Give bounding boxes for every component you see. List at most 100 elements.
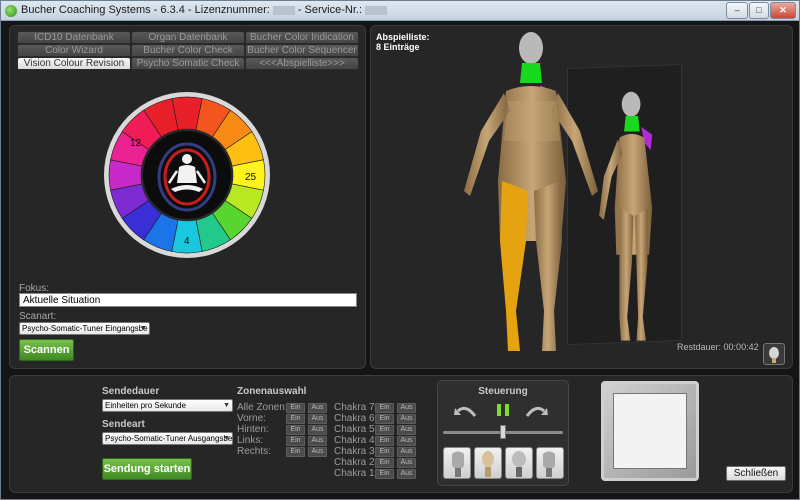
title-bar: Bucher Coaching Systems - 6.3.4 - Lizenz… <box>1 1 799 21</box>
tab-icd10-datenbank[interactable]: ICD10 Datenbank <box>17 31 131 44</box>
head-view-button[interactable] <box>763 343 785 365</box>
chevron-down-icon: ▼ <box>140 325 147 332</box>
chakra-7-off-button[interactable]: Aus <box>397 403 416 413</box>
start-send-button[interactable]: Sendung starten <box>102 458 192 480</box>
zone-left-on-button[interactable]: Ein <box>286 436 305 446</box>
chakra-7-label: Chakra 7: <box>334 402 378 413</box>
chakra-7-on-button[interactable]: Ein <box>375 403 394 413</box>
color-preview-swatch <box>613 393 687 469</box>
send-duration-value: Einheiten pro Sekunde <box>105 401 186 410</box>
redacted-license <box>272 5 295 15</box>
send-type-title: Sendeart <box>102 419 145 430</box>
view-thumb-back[interactable] <box>505 447 533 479</box>
window-title: Bucher Coaching Systems - 6.3.4 - Lizenz… <box>21 4 390 16</box>
zones-title: Zonenauswahl <box>237 386 307 397</box>
send-duration-select[interactable]: Einheiten pro Sekunde ▼ <box>102 399 233 412</box>
chevron-down-icon: ▼ <box>223 402 230 409</box>
body-figure[interactable] <box>456 31 696 356</box>
head-icon <box>769 347 779 363</box>
chakra-6-label: Chakra 6: <box>334 413 378 424</box>
chakra-1-label: Chakra 1: <box>334 468 378 479</box>
chakra-1-on-button[interactable]: Ein <box>375 469 394 479</box>
chakra-3-label: Chakra 3: <box>334 446 378 457</box>
tab-vision-colour-revision[interactable]: Vision Colour Revision <box>17 57 131 70</box>
tab-color-wizard[interactable]: Color Wizard <box>17 44 131 57</box>
tab-bucher-color-check[interactable]: Bucher Color Check <box>131 44 245 57</box>
zone-back-on-button[interactable]: Ein <box>286 425 305 435</box>
send-duration-title: Sendedauer <box>102 386 160 397</box>
front-figure <box>464 32 598 351</box>
head-back-icon <box>512 451 526 477</box>
chevron-down-icon: ▼ <box>223 435 230 442</box>
chakra-4-off-button[interactable]: Aus <box>397 436 416 446</box>
close-window-button[interactable]: ✕ <box>770 2 796 19</box>
scanart-select[interactable]: Psycho-Somatic-Tuner Eingangsbe ▼ <box>19 322 150 335</box>
chakra-6-off-button[interactable]: Aus <box>397 414 416 424</box>
close-button[interactable]: Schließen <box>726 466 786 481</box>
head-side-right-icon <box>543 451 555 477</box>
chakra-2-on-button[interactable]: Ein <box>375 458 394 468</box>
head-front-icon <box>482 451 494 477</box>
tab-row-3: Vision Colour Revision Psycho Somatic Ch… <box>17 57 359 70</box>
fokus-input[interactable] <box>19 293 357 307</box>
zone-all-on-button[interactable]: Ein <box>286 403 305 413</box>
chakra-6-on-button[interactable]: Ein <box>375 414 394 424</box>
zone-all-off-button[interactable]: Aus <box>308 403 327 413</box>
pause-button[interactable] <box>495 403 511 417</box>
zone-left-off-button[interactable]: Aus <box>308 436 327 446</box>
app-window: Bucher Coaching Systems - 6.3.4 - Lizenz… <box>0 0 800 500</box>
rotation-slider-thumb[interactable] <box>500 425 506 439</box>
title-service: - Service-Nr.: <box>297 4 363 16</box>
color-wheel-graphic: 12 25 4 <box>104 92 270 258</box>
rotate-right-button[interactable] <box>523 402 549 420</box>
zone-right-off-button[interactable]: Aus <box>308 447 327 457</box>
tab-bucher-color-sequencer[interactable]: Bucher Color Sequencer <box>245 44 359 57</box>
zone-label-front: Vorne: <box>237 413 266 424</box>
rotate-left-button[interactable] <box>453 402 479 420</box>
color-wheel[interactable]: 12 25 4 <box>103 91 271 259</box>
color-preview <box>601 381 699 481</box>
zone-label-right: Rechts: <box>237 446 271 457</box>
title-app: Bucher Coaching Systems - 6.3.4 - Lizenz… <box>21 4 270 16</box>
chakra-2-off-button[interactable]: Aus <box>397 458 416 468</box>
zone-label-all: Alle Zonen: <box>237 402 288 413</box>
zone-back-off-button[interactable]: Aus <box>308 425 327 435</box>
view-thumb-left[interactable] <box>443 447 471 479</box>
zone-front-off-button[interactable]: Aus <box>308 414 327 424</box>
chakra-3-off-button[interactable]: Aus <box>397 447 416 457</box>
chakra-5-label: Chakra 5: <box>334 424 378 435</box>
playlist-count: 8 Einträge <box>376 42 420 52</box>
chakra-5-on-button[interactable]: Ein <box>375 425 394 435</box>
zone-right-on-button[interactable]: Ein <box>286 447 305 457</box>
wheel-label-25: 25 <box>245 172 257 183</box>
remaining-label: Restdauer: <box>677 342 722 352</box>
chakra-3-on-button[interactable]: Ein <box>375 447 394 457</box>
chakra-1-off-button[interactable]: Aus <box>397 469 416 479</box>
chakra-5-off-button[interactable]: Aus <box>397 425 416 435</box>
view-thumb-right[interactable] <box>536 447 564 479</box>
scan-button[interactable]: Scannen <box>19 339 74 361</box>
remaining-value: 00:00:42 <box>723 342 759 352</box>
app-logo-icon <box>5 5 17 17</box>
tab-abspielliste[interactable]: <<<Abspielliste>>> <box>245 57 359 70</box>
maximize-button[interactable]: □ <box>749 2 769 19</box>
scanart-label: Scanart: <box>19 311 57 322</box>
control-title: Steuerung <box>478 386 528 397</box>
tab-bucher-color-indication[interactable]: Bucher Color Indication <box>245 31 359 44</box>
wheel-label-12: 12 <box>130 138 142 149</box>
playlist-title: Abspielliste: <box>376 32 430 42</box>
tab-row-1: ICD10 Datenbank Organ Datenbank Bucher C… <box>17 31 359 44</box>
minimize-button[interactable]: – <box>726 2 748 19</box>
zone-label-back: Hinten: <box>237 424 269 435</box>
chakra-2-label: Chakra 2: <box>334 457 378 468</box>
zone-front-on-button[interactable]: Ein <box>286 414 305 424</box>
view-thumb-front[interactable] <box>474 447 502 479</box>
playlist-header: Abspielliste: 8 Einträge <box>376 32 430 52</box>
chakra-4-on-button[interactable]: Ein <box>375 436 394 446</box>
send-type-select[interactable]: Psycho-Somatic-Tuner Ausgangsbe ▼ <box>102 432 233 445</box>
wheel-label-4: 4 <box>184 236 190 247</box>
tab-psycho-somatic-check[interactable]: Psycho Somatic Check <box>131 57 245 70</box>
rotate-left-icon <box>454 406 477 417</box>
tab-organ-datenbank[interactable]: Organ Datenbank <box>131 31 245 44</box>
head-side-left-icon <box>452 451 464 477</box>
